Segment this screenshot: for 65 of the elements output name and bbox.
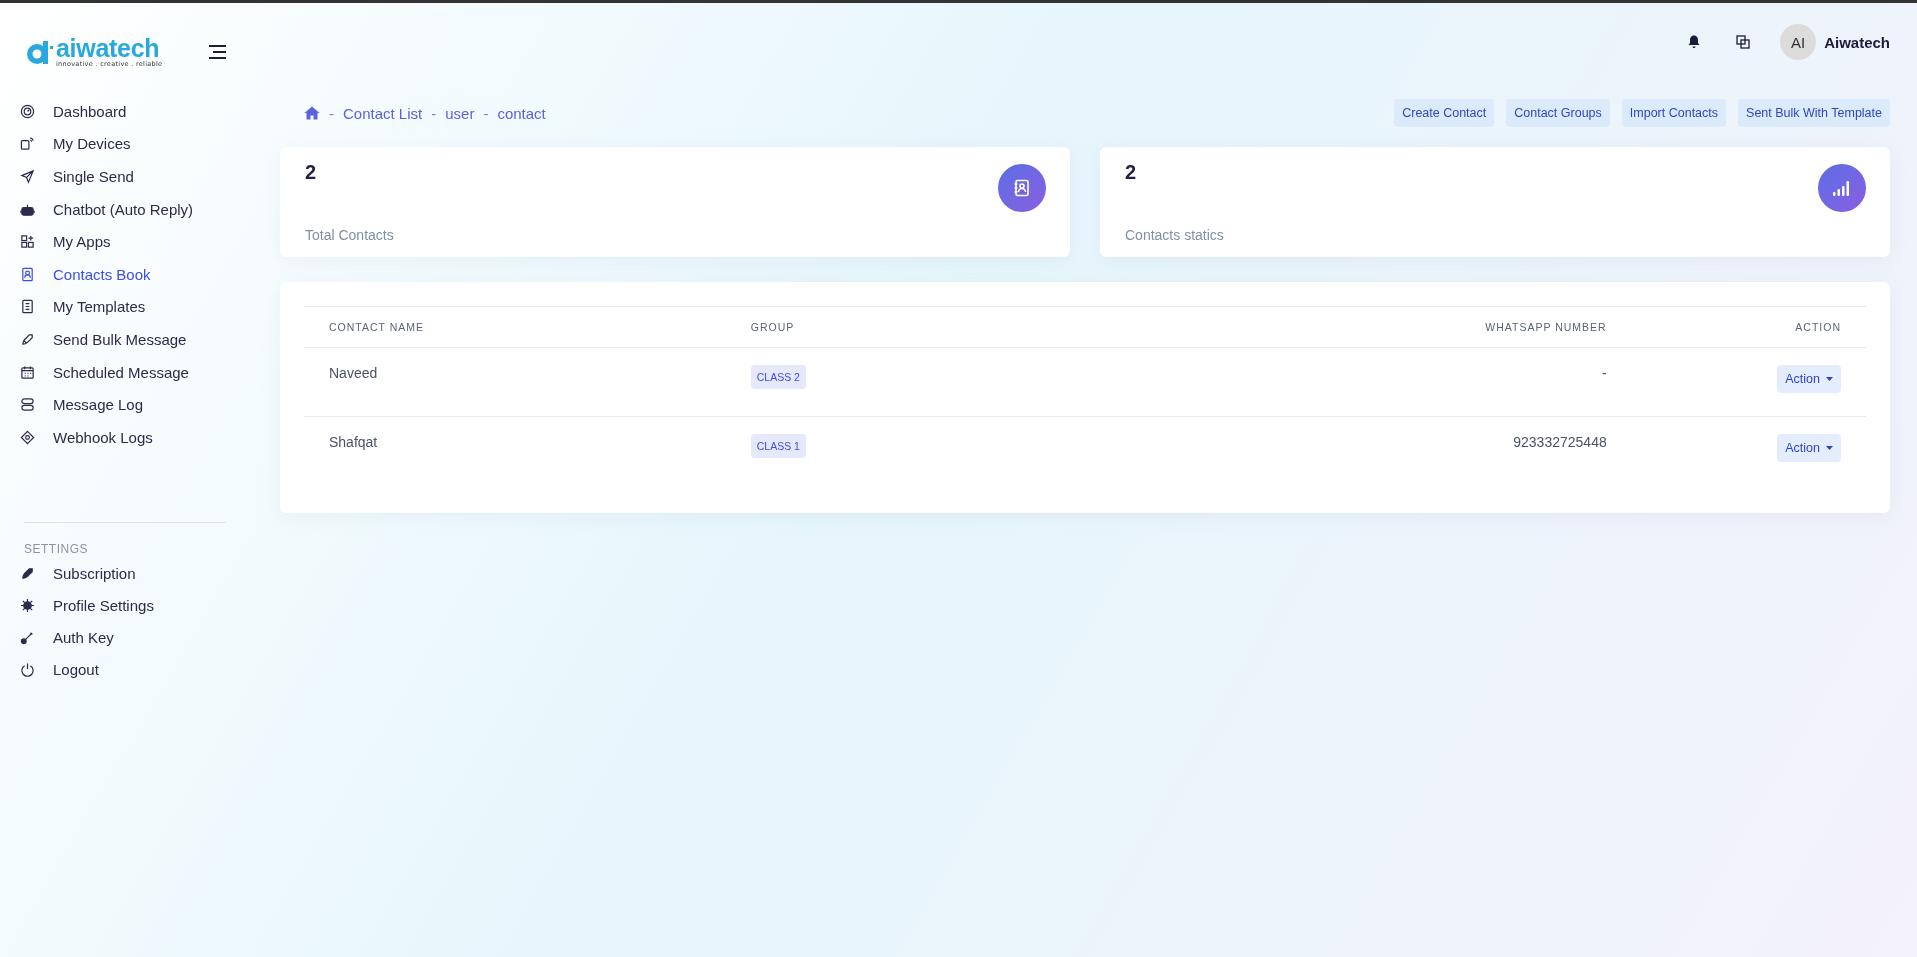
breadcrumb-link[interactable]: contact xyxy=(497,104,546,122)
stat-label: Total Contacts xyxy=(305,227,394,243)
windows-icon[interactable] xyxy=(1736,35,1751,49)
sidebar-item[interactable]: Single Send xyxy=(20,160,240,193)
breadcrumb-link[interactable]: user xyxy=(445,104,475,122)
diamond-nodes-icon xyxy=(20,429,35,445)
contact-card-icon xyxy=(20,266,35,282)
caret-icon xyxy=(1826,377,1833,381)
sidebar-item[interactable]: Scheduled Message xyxy=(20,355,240,389)
column-header: ACTION xyxy=(1631,306,1866,348)
key-icon xyxy=(20,630,35,646)
bar-chart-icon xyxy=(1832,179,1852,197)
avatar[interactable]: AI xyxy=(1780,24,1817,60)
group-tag: CLASS 1 xyxy=(750,434,806,458)
whatsapp-number: 923332725448 xyxy=(1513,434,1607,450)
sidebar-item[interactable]: Webhook Logs xyxy=(20,420,240,454)
contact-book-icon xyxy=(1013,179,1031,197)
sidebar-item[interactable]: Chatbot (Auto Reply) xyxy=(20,192,240,226)
paper-plane-icon xyxy=(20,169,35,184)
sidebar-item[interactable]: Profile Settings xyxy=(20,589,240,622)
whatsapp-number: - xyxy=(1602,365,1607,381)
sidebar-item[interactable]: Logout xyxy=(20,653,240,686)
menu-icon[interactable] xyxy=(207,45,228,59)
sidebar-item[interactable]: Contacts Book xyxy=(20,257,240,291)
breadcrumb-link[interactable]: Contact List xyxy=(343,104,423,122)
header-toolbar-button[interactable]: Sent Bulk With Template xyxy=(1738,99,1890,127)
breadcrumb-separator: - xyxy=(431,104,437,122)
action-dropdown-button[interactable]: Action xyxy=(1777,434,1841,462)
sidebar-item[interactable]: My Apps xyxy=(20,225,240,258)
bell-icon[interactable] xyxy=(1688,35,1701,49)
column-header: GROUP xyxy=(725,306,1071,348)
section-heading: SETTINGS xyxy=(23,541,88,556)
sidebar-item[interactable]: My Devices xyxy=(20,127,240,161)
header-toolbar-button[interactable]: Import Contacts xyxy=(1621,99,1727,127)
breadcrumb-separator: - xyxy=(483,104,489,122)
header-toolbar-button[interactable]: Contact Groups xyxy=(1506,99,1610,127)
calendar-icon xyxy=(20,364,35,380)
apps-grid-icon xyxy=(20,234,35,250)
contact-name: Shafqat xyxy=(329,434,378,450)
home-icon[interactable] xyxy=(304,106,320,120)
stat-label: Contacts statics xyxy=(1125,227,1224,243)
column-header: CONTACT NAME xyxy=(304,306,726,348)
contact-name: Naveed xyxy=(329,365,378,381)
caret-icon xyxy=(1826,446,1833,450)
sidebar-item[interactable]: Dashboard xyxy=(20,95,240,128)
sidebar-item[interactable]: Subscription xyxy=(20,557,240,590)
stat-value: 2 xyxy=(1125,161,1137,184)
user-name: Aiwatech xyxy=(1824,33,1890,51)
toggle-pair-icon xyxy=(20,397,35,413)
sidebar-item[interactable]: Send Bulk Message xyxy=(20,323,240,356)
group-tag: CLASS 2 xyxy=(750,365,806,389)
document-icon xyxy=(20,299,35,315)
sidebar-item[interactable]: Auth Key xyxy=(20,621,240,654)
sidebar-item[interactable]: Message Log xyxy=(20,388,240,421)
column-header: WHATSAPP NUMBER xyxy=(1070,306,1632,348)
header-toolbar-button[interactable]: Create Contact xyxy=(1394,99,1495,127)
device-signal-icon xyxy=(20,136,35,152)
sidebar-item[interactable]: My Templates xyxy=(20,290,240,324)
action-dropdown-button[interactable]: Action xyxy=(1777,365,1841,393)
breadcrumb-separator: - xyxy=(329,104,334,122)
stat-value: 2 xyxy=(305,161,317,184)
dashboard-gauge-icon xyxy=(20,103,35,119)
brand-name: aiwatech xyxy=(56,36,160,62)
gear-icon xyxy=(20,598,35,614)
power-icon xyxy=(20,662,35,678)
